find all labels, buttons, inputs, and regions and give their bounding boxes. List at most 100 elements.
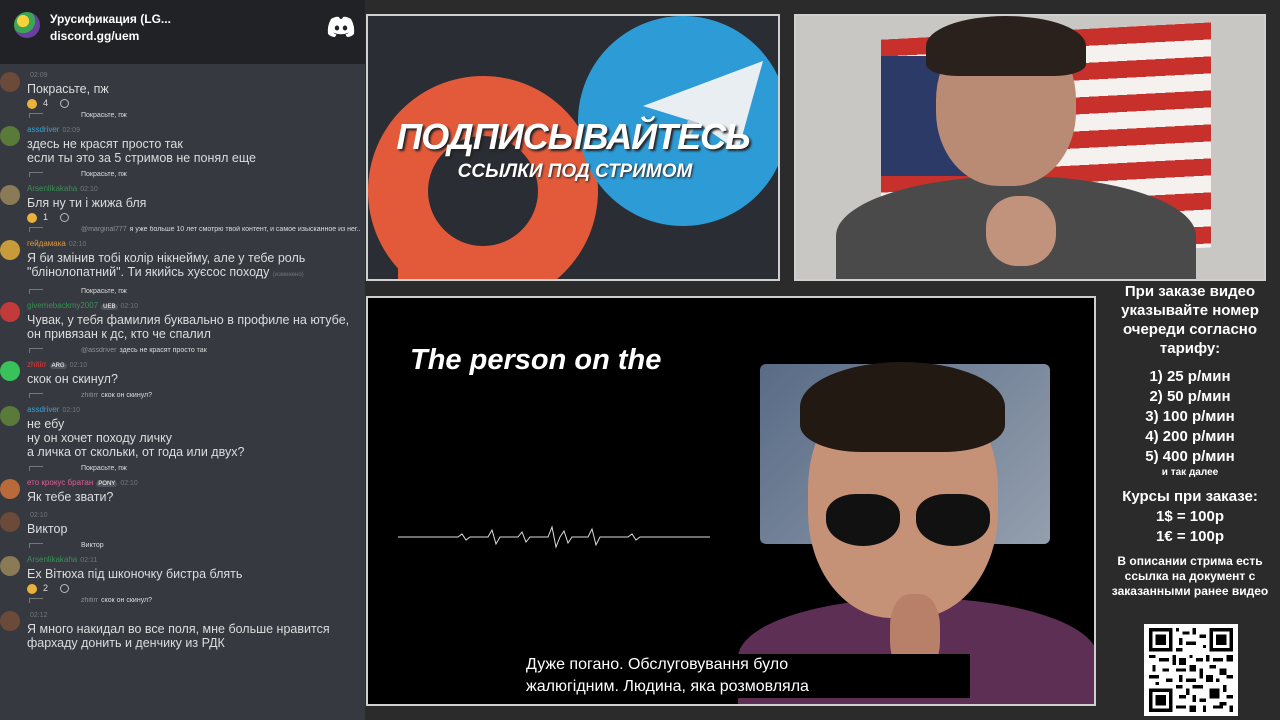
rate-item: 1) 25 р/мин <box>1149 368 1231 385</box>
timestamp: 02:10 <box>120 303 139 310</box>
reply-preview[interactable]: Покрасьте, пж <box>27 171 361 184</box>
reply-preview[interactable]: @marginal777 я уже больше 10 лет смотрю т… <box>27 226 361 239</box>
reply-author[interactable]: zhitirr <box>81 597 98 604</box>
reaction[interactable]: 4 <box>27 98 54 109</box>
reaction-emoji-icon <box>27 98 37 109</box>
reply-text: здесь не красят просто так <box>119 347 207 354</box>
reply-text: скок он скинул? <box>101 597 153 604</box>
chat-message: 02:09 Покрасьте, пж 4 <box>0 70 365 112</box>
server-invite-link[interactable]: discord.gg/uem <box>50 29 139 43</box>
reply-preview[interactable]: @assdriver здесь не красят просто так <box>27 347 361 360</box>
avatar[interactable] <box>0 185 20 205</box>
avatar[interactable] <box>0 302 20 322</box>
sunglasses-left <box>826 494 900 546</box>
timestamp: 02:09 <box>62 127 80 134</box>
username[interactable]: assdriver <box>27 125 59 134</box>
reply-connector <box>29 288 43 294</box>
username[interactable]: ето крокус братан <box>27 478 93 487</box>
course-usd: 1$ = 100р <box>1156 508 1224 525</box>
reply-connector <box>29 542 43 548</box>
reply-preview[interactable]: Покрасьте, пж <box>27 112 361 125</box>
reply-text: я уже больше 10 лет смотрю твой контент,… <box>129 226 361 233</box>
courses: Курсы при заказе: 1$ = 100р 1€ = 100р <box>1100 487 1280 547</box>
server-icon[interactable] <box>14 12 40 38</box>
discord-logo-icon[interactable] <box>327 16 355 38</box>
rates-more: и так далее <box>1161 467 1219 478</box>
qr-code-icon <box>1149 628 1233 712</box>
message-text: здесь не красят просто так если ты это з… <box>27 137 256 165</box>
reply-preview[interactable]: zhitirr скок он скинул? <box>27 597 361 610</box>
server-name[interactable]: Урусификация (LG... <box>50 12 171 26</box>
video-subtitles: Дуже погано. Обслуговування було жалюгід… <box>520 654 970 698</box>
reaction[interactable]: 1 <box>27 212 54 223</box>
avatar[interactable] <box>0 240 20 260</box>
reply-author[interactable]: @assdriver <box>81 347 117 354</box>
reaction-emoji-icon <box>27 212 37 223</box>
timestamp: 02:10 <box>69 362 88 369</box>
timestamp: 02:10 <box>30 512 48 519</box>
chat-message: Покрасьте, пж givemebackmy2007 UEB 02:10 Чув… <box>0 288 365 347</box>
reply-preview[interactable]: zhitirr скок он скинул? <box>27 392 361 405</box>
reply-preview[interactable]: Виктор <box>27 542 361 555</box>
username[interactable]: assdriver <box>27 405 59 414</box>
add-reaction-icon[interactable] <box>60 99 70 109</box>
username[interactable]: zhitirr <box>27 360 47 369</box>
timestamp: 02:12 <box>30 612 48 619</box>
avatar[interactable] <box>0 611 20 631</box>
chat-message: zhitirr скок он скинул? 02:12 Я много накид… <box>0 597 365 656</box>
discord-header: Урусификация (LG... discord.gg/uem <box>0 0 365 64</box>
reply-author[interactable]: @marginal777 <box>81 226 127 233</box>
timestamp: 02:10 <box>120 480 138 487</box>
description-note: В описании стрима есть ссылка на докумен… <box>1111 554 1269 598</box>
timestamp: 02:09 <box>30 72 48 79</box>
rate-item: 5) 400 р/мин <box>1145 448 1235 465</box>
message-meta: ето крокус братан PONY 02:10 <box>27 478 361 490</box>
rate-item: 2) 50 р/мин <box>1149 388 1231 405</box>
reply-preview[interactable]: Покрасьте, пж <box>27 288 361 301</box>
timestamp: 02:11 <box>80 557 98 564</box>
reply-connector <box>29 226 43 232</box>
reaction-emoji-icon <box>27 583 37 594</box>
timestamp: 02:10 <box>62 407 80 414</box>
message-meta: гейдамака 02:10 <box>27 239 361 251</box>
reply-author[interactable]: zhitirr <box>81 392 98 399</box>
username[interactable]: givemebackmy2007 <box>27 301 98 310</box>
avatar[interactable] <box>0 479 20 499</box>
rate-item: 4) 200 р/мин <box>1145 428 1235 445</box>
avatar[interactable] <box>0 361 20 381</box>
reaction[interactable]: 2 <box>27 583 54 594</box>
webcam-feed <box>794 14 1266 281</box>
video-player[interactable]: The person on the Дуже погано. Обслугову… <box>366 296 1096 706</box>
order-intro: При заказе видео указывайте номер очеред… <box>1121 283 1259 357</box>
reply-text: скок он скинул? <box>101 392 153 399</box>
video-heading: The person on the <box>410 344 662 376</box>
username[interactable]: гейдамака <box>27 239 66 248</box>
add-reaction-icon[interactable] <box>60 213 70 223</box>
message-text: Виктор <box>27 522 68 536</box>
subtitle-line-2: жалюгідним. Людина, яка розмовляла <box>526 678 809 695</box>
avatar[interactable] <box>0 72 20 92</box>
avatar[interactable] <box>0 126 20 146</box>
message-meta: 02:09 <box>27 70 361 82</box>
avatar[interactable] <box>0 406 20 426</box>
reactions: 1 <box>27 210 361 226</box>
message-text: Я би змінив тобі колір нікнейму, але у т… <box>27 251 306 279</box>
avatar[interactable] <box>0 556 20 576</box>
message-text: Покрасьте, пж <box>27 82 109 96</box>
add-reaction-icon[interactable] <box>60 584 70 594</box>
discord-chat-panel: Урусификация (LG... discord.gg/uem 02:09… <box>0 0 365 720</box>
message-list: 02:09 Покрасьте, пж 4 Покрасьте, пж assdrive… <box>0 70 365 656</box>
reply-connector <box>29 347 43 353</box>
message-text: Бля ну ти і жижа бля <box>27 196 147 210</box>
timestamp: 02:10 <box>68 241 87 248</box>
reply-preview[interactable]: Покрасьте, пж <box>27 465 361 478</box>
username[interactable]: Arsenlikakaha <box>27 555 77 564</box>
message-text: Я много накидал во все поля, мне больше … <box>27 622 330 650</box>
presenter-hair <box>800 362 1005 452</box>
username[interactable]: Arsenlikakaha <box>27 184 77 193</box>
reply-connector <box>29 597 43 603</box>
reply-text: Покрасьте, пж <box>81 171 127 178</box>
message-text: Чувак, у тебя фамилия буквально в профил… <box>27 313 350 341</box>
avatar[interactable] <box>0 512 20 532</box>
order-info: При заказе видео указывайте номер очеред… <box>1100 282 1280 599</box>
